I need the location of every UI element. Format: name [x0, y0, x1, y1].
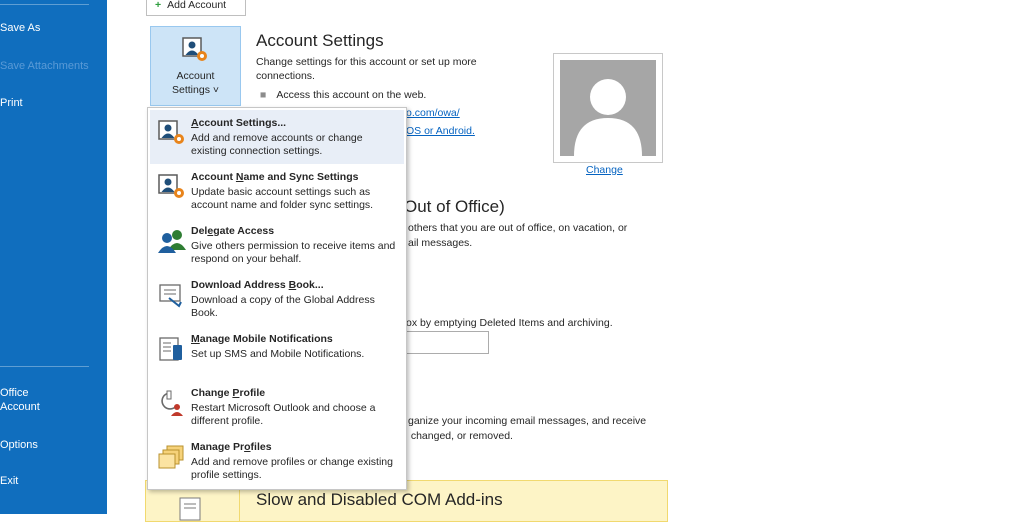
menu-item-title: Manage Profiles [191, 441, 272, 453]
mobile-notifications-icon [159, 337, 182, 361]
profile-photo [553, 53, 663, 163]
nav-item-office-account[interactable]: Office Account [0, 386, 107, 416]
manage-profiles-icon [158, 445, 184, 469]
account-settings-button-line1: Account [176, 70, 215, 82]
menu-item-desc: Add and remove profiles or change existi… [191, 456, 393, 481]
menu-item-title: Account Name and Sync Settings [191, 171, 359, 183]
change-photo-link[interactable]: Change [586, 164, 623, 176]
account-settings-menu: Account Settings... Add and remove accou… [147, 107, 407, 490]
account-settings-icon [182, 37, 207, 61]
automatic-replies-title: Out of Office) [404, 197, 505, 216]
plus-icon: + [155, 0, 162, 11]
menu-item-manage-profiles[interactable]: Manage Profiles Add and remove profiles … [150, 434, 404, 488]
account-settings-button-line2: Settings ˅ [172, 84, 219, 96]
com-addins-icon [179, 497, 201, 521]
menu-item-title: Change Profile [191, 387, 266, 399]
mailbox-size-bar [404, 331, 489, 354]
account-name-sync-icon [158, 174, 184, 198]
cleanup-desc: ox by emptying Deleted Items and archivi… [406, 317, 613, 329]
nav-separator [0, 4, 89, 5]
mobile-app-link[interactable]: OS or Android. [406, 124, 475, 138]
menu-item-desc: Give others permission to receive items … [191, 240, 396, 265]
menu-item-mobile-notifications[interactable]: Manage Mobile Notifications Set up SMS a… [150, 326, 404, 380]
address-book-icon [159, 284, 182, 308]
menu-item-change-profile[interactable]: Change Profile Restart Microsoft Outlook… [150, 380, 404, 434]
nav-item-exit[interactable]: Exit [0, 470, 107, 492]
change-profile-icon [161, 390, 183, 416]
rules-desc-line2: , changed, or removed. [405, 430, 513, 442]
add-account-button[interactable]: + Add Account [146, 0, 246, 16]
desc-line: connections. [256, 70, 315, 82]
rules-desc-line1: ganize your incoming email messages, and… [408, 415, 647, 427]
menu-item-title: Download Address Book... [191, 279, 324, 291]
account-settings-icon [158, 120, 184, 144]
backstage-nav: Save As Save Attachments Print Office Ac… [0, 0, 107, 514]
menu-item-desc: Add and remove accounts or change existi… [191, 132, 363, 157]
menu-item-account-settings[interactable]: Account Settings... Add and remove accou… [150, 110, 404, 164]
account-settings-description: Change settings for this account or set … [256, 55, 477, 102]
delegate-access-icon [158, 230, 186, 253]
account-settings-title: Account Settings [256, 31, 384, 50]
person-placeholder-icon [574, 79, 642, 156]
account-settings-button[interactable]: Account Settings ˅ [150, 26, 241, 106]
web-access-text: Access this account on the web. [276, 89, 427, 101]
nav-separator [0, 366, 89, 367]
menu-item-desc: Update basic account settings such as ac… [191, 186, 374, 211]
nav-item-print[interactable]: Print [0, 92, 107, 114]
menu-item-delegate-access[interactable]: Delegate Access Give others permission t… [150, 218, 404, 272]
automatic-replies-desc-line1: others that you are out of office, on va… [408, 222, 628, 234]
menu-item-account-name-sync[interactable]: Account Name and Sync Settings Update ba… [150, 164, 404, 218]
nav-item-options[interactable]: Options [0, 434, 107, 456]
menu-item-desc: Download a copy of the Global Address Bo… [191, 294, 375, 319]
menu-item-title: Delegate Access [191, 225, 275, 237]
menu-item-title: Manage Mobile Notifications [191, 333, 333, 345]
web-access-bullet: ■ Access this account on the web. [260, 89, 427, 101]
nav-item-save-attachments: Save Attachments [0, 60, 89, 72]
menu-item-download-address-book[interactable]: Download Address Book... Download a copy… [150, 272, 404, 326]
menu-item-desc: Set up SMS and Mobile Notifications. [191, 348, 365, 360]
com-addins-title: Slow and Disabled COM Add-ins [256, 490, 503, 509]
nav-item-save-as[interactable]: Save As [0, 17, 107, 39]
desc-line: Change settings for this account or set … [256, 56, 477, 68]
owa-link[interactable]: o.com/owa/ [406, 106, 460, 120]
menu-item-title: Account Settings... [191, 117, 287, 129]
automatic-replies-desc-line2: ail messages. [408, 237, 473, 249]
add-account-label: Add Account [167, 0, 227, 11]
menu-item-desc: Restart Microsoft Outlook and choose a d… [191, 402, 376, 427]
